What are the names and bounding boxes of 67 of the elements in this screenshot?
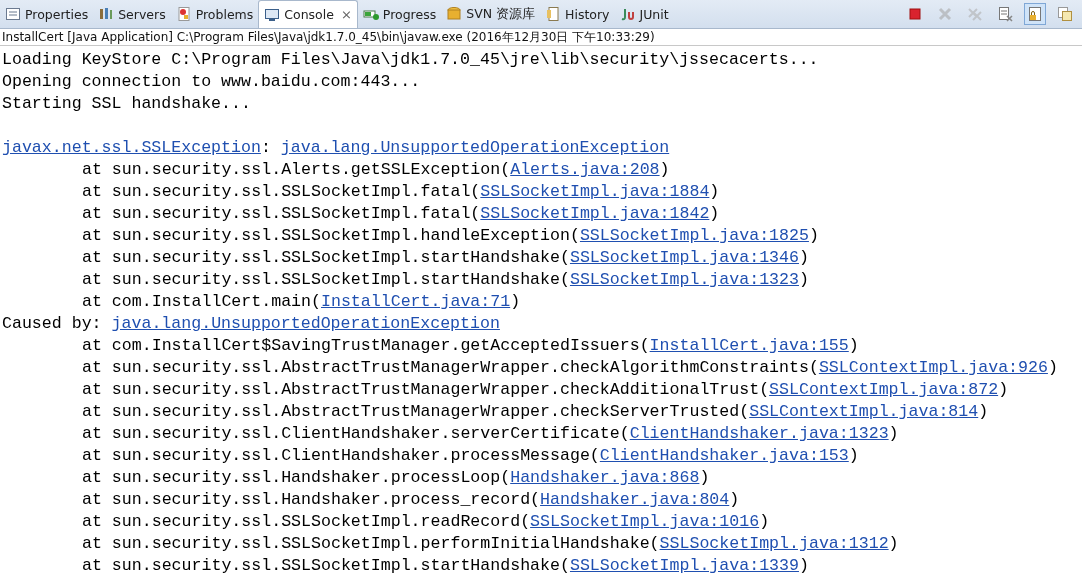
console-line: at sun.security.ssl.AbstractTrustManagerWrapper.checkAlgorithmConstraints(SSLContextImpl.java:926) (81, 357, 1059, 379)
pages-icon (1057, 6, 1073, 22)
source-link[interactable]: SSLContextImpl.java:814 (749, 402, 979, 421)
source-link[interactable]: SSLSocketImpl.java:1339 (569, 556, 799, 575)
console-line: Loading KeyStore C:\Program Files\Java\jdk1.7.0_45\jre\lib\security\jssecacerts... (2, 49, 820, 71)
console-line: at sun.security.ssl.ClientHandshaker.serverCertificate(ClientHandshaker.java:1323) (81, 423, 900, 445)
console-line: at sun.security.ssl.SSLSocketImpl.startHandshake(SSLSocketImpl.java:1346) (81, 247, 810, 269)
console-line: Caused by: java.lang.UnsupportedOperationException (2, 313, 501, 335)
stop-icon (907, 6, 923, 22)
lock-icon (1027, 6, 1043, 22)
source-link[interactable]: InstallCert.java:71 (321, 292, 511, 311)
view-tab[interactable]: History (540, 0, 615, 28)
close-icon[interactable]: ⨯ (340, 7, 352, 22)
console-line: at sun.security.ssl.Alerts.getSSLException(Alerts.java:208) (81, 159, 671, 181)
console-line: at sun.security.ssl.SSLSocketImpl.handleException(SSLSocketImpl.java:1825) (81, 225, 820, 247)
launch-status-line: InstallCert [Java Application] C:\Program Files\Java\jdk1.7.0_45\bin\javaw.exe (2016年12月30日 下午10:33:29) (0, 29, 1082, 46)
view-tab[interactable]: SVN 资源库 (441, 0, 540, 28)
console-line: javax.net.ssl.SSLException: java.lang.UnsupportedOperationException (2, 137, 671, 159)
console-line: at sun.security.ssl.SSLSocketImpl.fatal(SSLSocketImpl.java:1884) (81, 181, 721, 203)
source-link[interactable]: SSLSocketImpl.java:1323 (569, 270, 799, 289)
console-line: at sun.security.ssl.Handshaker.processLoop(Handshaker.java:868) (81, 467, 711, 489)
source-link[interactable]: SSLContextImpl.java:872 (769, 380, 999, 399)
source-link[interactable]: SSLSocketImpl.java:1825 (579, 226, 809, 245)
source-link[interactable]: Handshaker.java:868 (510, 468, 700, 487)
document-icon (545, 6, 561, 22)
scroll-lock-button[interactable] (1024, 3, 1046, 25)
console-line: at sun.security.ssl.AbstractTrustManagerWrapper.checkServerTrusted(SSLContextImpl.java:814) (81, 401, 990, 423)
source-link[interactable]: java.lang.UnsupportedOperationException (280, 138, 670, 157)
console-line: Starting SSL handshake... (2, 93, 252, 115)
console-line: at sun.security.ssl.SSLSocketImpl.startHandshake(SSLSocketImpl.java:1323) (81, 269, 810, 291)
document-icon (175, 6, 192, 22)
view-tab[interactable]: Problems (170, 0, 259, 28)
source-link[interactable]: SSLSocketImpl.java:1016 (530, 512, 760, 531)
source-link[interactable]: SSLSocketImpl.java:1312 (659, 534, 889, 553)
console-line: at sun.security.ssl.ClientHandshaker.processMessage(ClientHandshaker.java:153) (81, 445, 860, 467)
source-link[interactable]: SSLSocketImpl.java:1884 (480, 182, 710, 201)
clear-document-icon (997, 6, 1013, 22)
console-line: at sun.security.ssl.SSLSocketImpl.readRecord(SSLSocketImpl.java:1016) (81, 511, 771, 533)
source-link[interactable]: javax.net.ssl.SSLException (2, 138, 261, 157)
source-link[interactable]: ClientHandshaker.java:153 (599, 446, 849, 465)
monitor-icon (264, 6, 281, 23)
view-tab[interactable]: JUnit (614, 0, 674, 28)
console-line: at com.InstallCert.main(InstallCert.java:71) (81, 291, 522, 313)
view-tab[interactable]: Console ⨯ (258, 0, 358, 28)
source-link[interactable]: java.lang.UnsupportedOperationException (111, 314, 500, 333)
source-link[interactable]: ClientHandshaker.java:1323 (629, 424, 889, 443)
view-tab[interactable]: Properties (0, 0, 94, 28)
source-link[interactable]: InstallCert.java:155 (649, 336, 849, 355)
source-link[interactable]: Alerts.java:208 (510, 160, 660, 179)
console-line: at sun.security.ssl.SSLSocketImpl.fatal(SSLSocketImpl.java:1842) (81, 203, 721, 225)
view-tab[interactable]: Servers (93, 0, 171, 28)
close-icon (937, 6, 953, 22)
database-icon (446, 6, 463, 22)
close-all-icon (967, 6, 983, 22)
list-icon (5, 6, 21, 22)
console-line: at sun.security.ssl.SSLSocketImpl.startHandshake(SSLSocketImpl.java:1339) (81, 555, 810, 576)
source-link[interactable]: SSLSocketImpl.java:1346 (569, 248, 799, 267)
console-line: at sun.security.ssl.AbstractTrustManagerWrapper.checkAdditionalTrust(SSLContextImpl.java:872) (81, 379, 1010, 401)
console-line: at com.InstallCert$SavingTrustManager.getAcceptedIssuers(InstallCert.java:155) (81, 335, 860, 357)
source-link[interactable]: SSLContextImpl.java:926 (818, 358, 1048, 377)
view-tab[interactable]: Progress (357, 0, 442, 28)
source-link[interactable]: Handshaker.java:804 (540, 490, 730, 509)
console-line: at sun.security.ssl.SSLSocketImpl.performInitialHandshake(SSLSocketImpl.java:1312) (81, 533, 900, 555)
console-line: Opening connection to www.baidu.com:443... (2, 71, 422, 93)
console-line: at sun.security.ssl.Handshaker.process_record(Handshaker.java:804) (81, 489, 741, 511)
bars-icon (98, 6, 115, 22)
source-link[interactable]: SSLSocketImpl.java:1842 (480, 204, 710, 223)
